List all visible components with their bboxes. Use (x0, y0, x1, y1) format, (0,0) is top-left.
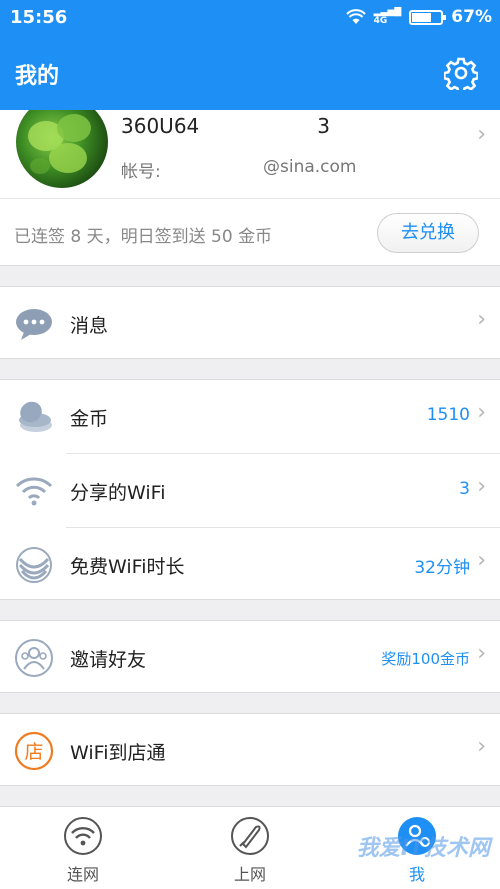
svg-text:店: 店 (24, 741, 43, 763)
friends-icon (15, 639, 53, 677)
wifi-signal-icon (345, 9, 366, 24)
account-label: 帐号: (121, 162, 161, 182)
avatar[interactable] (16, 110, 108, 188)
mobile-carrier-icon (16, 547, 52, 583)
menu-item-label: 消息 (70, 315, 109, 337)
status-icons: ▂▃▅▇ 4G 67% (345, 7, 492, 27)
coins-value: 1510 (426, 405, 470, 425)
invite-reward: 奖励100金币 (381, 650, 470, 668)
battery-percent: 67% (451, 7, 492, 27)
menu-item-store[interactable]: 店 WiFi到店通 › (0, 714, 500, 787)
profile-card[interactable]: 360U64 3 帐号: @sina.com › (0, 110, 500, 198)
chevron-right-icon: › (477, 400, 486, 425)
checkin-bar: 已连签 8 天，明日签到送 50 金币 去兑换 (0, 198, 500, 266)
chat-bubble-icon (16, 309, 52, 340)
shared-wifi-value: 3 (459, 479, 470, 499)
coins-icon (19, 401, 52, 432)
status-bar: 15:56 ▂▃▅▇ 4G 67% (0, 0, 500, 36)
tab-connect[interactable]: 连网 (23, 807, 143, 889)
account-email: @sina.com (263, 157, 357, 177)
menu-item-coins[interactable]: 金币 1510 › (0, 380, 500, 453)
menu-item-label: 免费WiFi时长 (70, 556, 185, 578)
redaction-mask (200, 110, 282, 120)
menu-item-label: 分享的WiFi (70, 482, 166, 504)
watermark: 我爱IT技术网 (356, 836, 490, 861)
exchange-button[interactable]: 去兑换 (377, 213, 479, 253)
gear-icon[interactable] (444, 56, 478, 90)
checkin-text: 已连签 8 天，明日签到送 50 金币 (14, 227, 273, 247)
battery-fill (412, 12, 432, 22)
chevron-right-icon: › (477, 641, 486, 666)
menu-item-label: 金币 (70, 408, 109, 430)
invite-card: 邀请好友 奖励100金币 › (0, 620, 500, 693)
chevron-right-icon: › (477, 122, 486, 147)
tab-browse[interactable]: 上网 (190, 807, 310, 889)
app-header: 我的 (0, 36, 500, 110)
messages-card: 消息 › (0, 286, 500, 359)
chevron-right-icon: › (477, 548, 486, 573)
status-time: 15:56 (10, 7, 68, 28)
menu-item-label: 邀请好友 (70, 649, 147, 671)
chevron-right-icon: › (477, 734, 486, 759)
store-card: 店 WiFi到店通 › (0, 713, 500, 786)
menu-item-free-wifi[interactable]: 免费WiFi时长 32分钟 › (0, 528, 500, 601)
menu-item-label: WiFi到店通 (70, 742, 166, 764)
chevron-right-icon: › (477, 474, 486, 499)
tab-label: 连网 (66, 865, 99, 884)
cell-signal-icon: ▂▃▅▇ 4G (373, 7, 402, 26)
clover-avatar-image (28, 114, 91, 174)
chevron-right-icon: › (477, 307, 486, 332)
menu-item-messages[interactable]: 消息 › (0, 287, 500, 360)
wifi-icon (15, 477, 53, 506)
wifi-icon (64, 817, 102, 855)
tab-label: 上网 (233, 865, 266, 884)
tab-label: 我 (408, 865, 425, 884)
free-wifi-value: 32分钟 (414, 558, 470, 578)
rocket-icon (231, 817, 269, 855)
battery-icon (409, 9, 447, 25)
menu-item-invite[interactable]: 邀请好友 奖励100金币 › (0, 621, 500, 694)
page-title: 我的 (15, 64, 60, 89)
menu-item-shared-wifi[interactable]: 分享的WiFi 3 › (0, 454, 500, 527)
store-icon: 店 (14, 731, 54, 771)
stats-card: 金币 1510 › 分享的WiFi 3 › 免费WiFi时长 32分钟 › (0, 379, 500, 600)
